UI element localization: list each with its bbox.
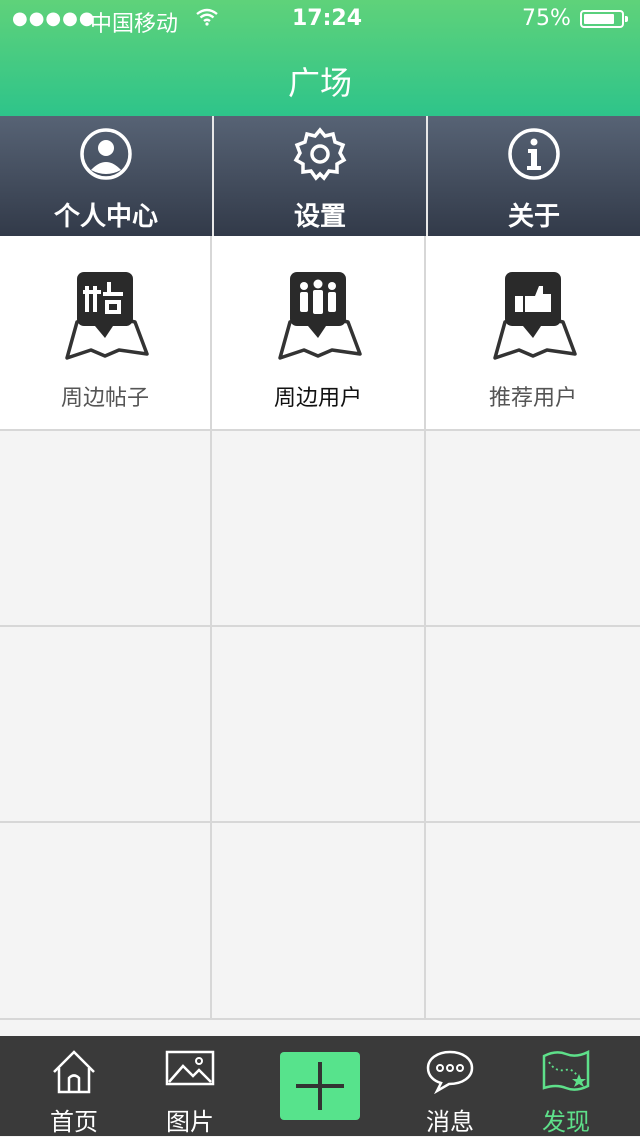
grid-empty-cell: [426, 627, 640, 823]
home-icon: [53, 1050, 95, 1094]
gear-icon: [293, 127, 347, 181]
tab-label: 消息: [426, 1108, 474, 1136]
grid-item-nearby-users[interactable]: 周边用户: [212, 236, 426, 431]
grid-empty-cell: [426, 823, 640, 1020]
page-title: 广场: [287, 64, 352, 102]
wifi-icon: [196, 7, 218, 32]
tab-label: 发现: [542, 1108, 590, 1136]
posts-map-icon: [65, 272, 149, 360]
tab-label: 首页: [50, 1108, 98, 1136]
add-button[interactable]: [280, 1052, 360, 1120]
tab-discover[interactable]: 发现: [516, 1036, 616, 1136]
tab-home[interactable]: 首页: [24, 1036, 124, 1136]
plus-icon: [296, 1062, 344, 1110]
menu-label: 个人中心: [53, 202, 158, 232]
grid-item-recommended-users[interactable]: 推荐用户: [426, 236, 640, 431]
clock: 17:24: [292, 6, 363, 31]
image-icon: [165, 1050, 215, 1086]
status-bar: ●●●●● 中国移动 17:24 75%: [0, 0, 640, 40]
top-bar: ●●●●● 中国移动 17:24 75% 广场: [0, 0, 640, 116]
menu-item-profile[interactable]: 个人中心: [0, 116, 212, 236]
grid-empty-cell: [0, 823, 212, 1020]
menu-item-settings[interactable]: 设置: [212, 116, 426, 236]
grid-empty-cell: [212, 431, 426, 627]
feature-grid: 周边帖子 周边用户 推荐用户: [0, 236, 640, 1020]
grid-empty-cell: [426, 431, 640, 627]
menu-item-about[interactable]: 关于: [426, 116, 640, 236]
tab-bar: 首页 图片 消息 发现: [0, 1036, 640, 1136]
tab-label: 图片: [166, 1108, 214, 1136]
menu-label: 设置: [293, 202, 346, 232]
thumbs-up-map-icon: [493, 272, 577, 360]
top-menu: 个人中心 设置 关于: [0, 116, 640, 236]
grid-empty-cell: [0, 627, 212, 823]
grid-item-label: 周边用户: [273, 386, 362, 411]
user-circle-icon: [80, 128, 132, 180]
info-icon: [508, 128, 560, 180]
grid-item-nearby-posts[interactable]: 周边帖子: [0, 236, 212, 431]
users-map-icon: [278, 272, 362, 360]
battery-icon: [580, 10, 628, 28]
battery-percent: 75%: [522, 6, 571, 31]
menu-label: 关于: [507, 202, 560, 232]
tab-messages[interactable]: 消息: [400, 1036, 500, 1136]
chat-bubble-icon: [426, 1050, 474, 1094]
grid-item-label: 推荐用户: [488, 386, 577, 411]
map-star-icon: [542, 1049, 590, 1091]
signal-strength: ●●●●●: [12, 8, 96, 29]
carrier-name: 中国移动: [90, 12, 179, 37]
grid-item-label: 周边帖子: [60, 386, 149, 411]
grid-empty-cell: [212, 823, 426, 1020]
grid-empty-cell: [212, 627, 426, 823]
grid-empty-cell: [0, 431, 212, 627]
tab-images[interactable]: 图片: [140, 1036, 240, 1136]
